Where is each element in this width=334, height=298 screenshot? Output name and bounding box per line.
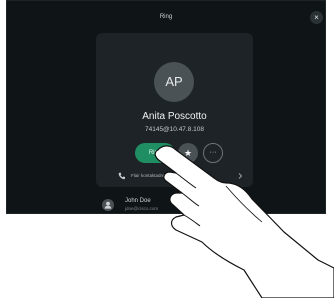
recent-email: jdoe@cisco.com <box>125 206 159 211</box>
close-button[interactable]: × <box>310 11 323 24</box>
recent-avatar <box>102 199 114 211</box>
contact-address: 74145@10.47.8.108 <box>144 126 204 133</box>
star-icon: ★ <box>183 148 193 158</box>
recent-name: John Doe <box>125 198 151 204</box>
avatar: AP <box>154 62 194 102</box>
ellipsis-icon: ··· <box>209 149 217 156</box>
favorite-button[interactable]: ★ <box>178 143 198 163</box>
chevron-right-icon <box>238 173 243 179</box>
contact-details-row[interactable]: Flair kontaktadresser <box>96 170 253 182</box>
person-icon <box>104 201 112 209</box>
call-button[interactable]: Ring <box>135 143 175 163</box>
contact-card: AP Anita Poscotto 74145@10.47.8.108 Ring… <box>96 33 253 187</box>
more-options-button[interactable]: ··· <box>203 143 223 163</box>
recent-contact[interactable]: John Doe jdoe@cisco.com <box>102 197 252 213</box>
touch-screen: Ring × AP Anita Poscotto 74145@10.47.8.1… <box>6 0 326 214</box>
screen-title: Ring <box>159 14 173 20</box>
phone-icon <box>118 172 125 180</box>
details-label: Flair kontaktadresser <box>131 173 174 178</box>
contact-name: Anita Poscotto <box>142 111 207 122</box>
